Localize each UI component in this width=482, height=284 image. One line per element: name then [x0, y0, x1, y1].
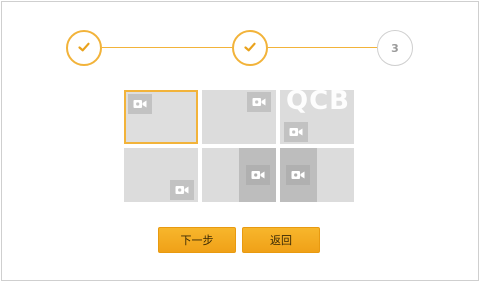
layout-cell-3[interactable]: QCB — [280, 90, 354, 144]
layout-cell-4[interactable] — [124, 148, 198, 202]
layout-cell-2[interactable] — [202, 90, 276, 144]
step-2-complete — [232, 30, 268, 66]
step-3-current: 3 — [377, 30, 413, 66]
video-camera-icon — [170, 180, 194, 200]
step-connector-1-2 — [102, 47, 232, 48]
layout-cell-1[interactable] — [124, 90, 198, 144]
video-camera-icon — [284, 122, 308, 142]
video-camera-icon — [286, 165, 310, 185]
check-icon — [243, 39, 257, 58]
video-camera-icon — [128, 94, 152, 114]
step-3-label: 3 — [391, 41, 399, 55]
layout-cell-5[interactable] — [202, 148, 276, 202]
step-1-complete — [66, 30, 102, 66]
back-button[interactable]: 返回 — [242, 227, 320, 253]
check-icon — [77, 39, 91, 58]
video-camera-icon — [247, 92, 271, 112]
watermark-logo: QCB — [286, 90, 351, 116]
layout-cell-6[interactable] — [280, 148, 354, 202]
step-connector-2-3 — [268, 47, 377, 48]
video-camera-icon — [246, 165, 270, 185]
next-step-button[interactable]: 下一步 — [158, 227, 236, 253]
